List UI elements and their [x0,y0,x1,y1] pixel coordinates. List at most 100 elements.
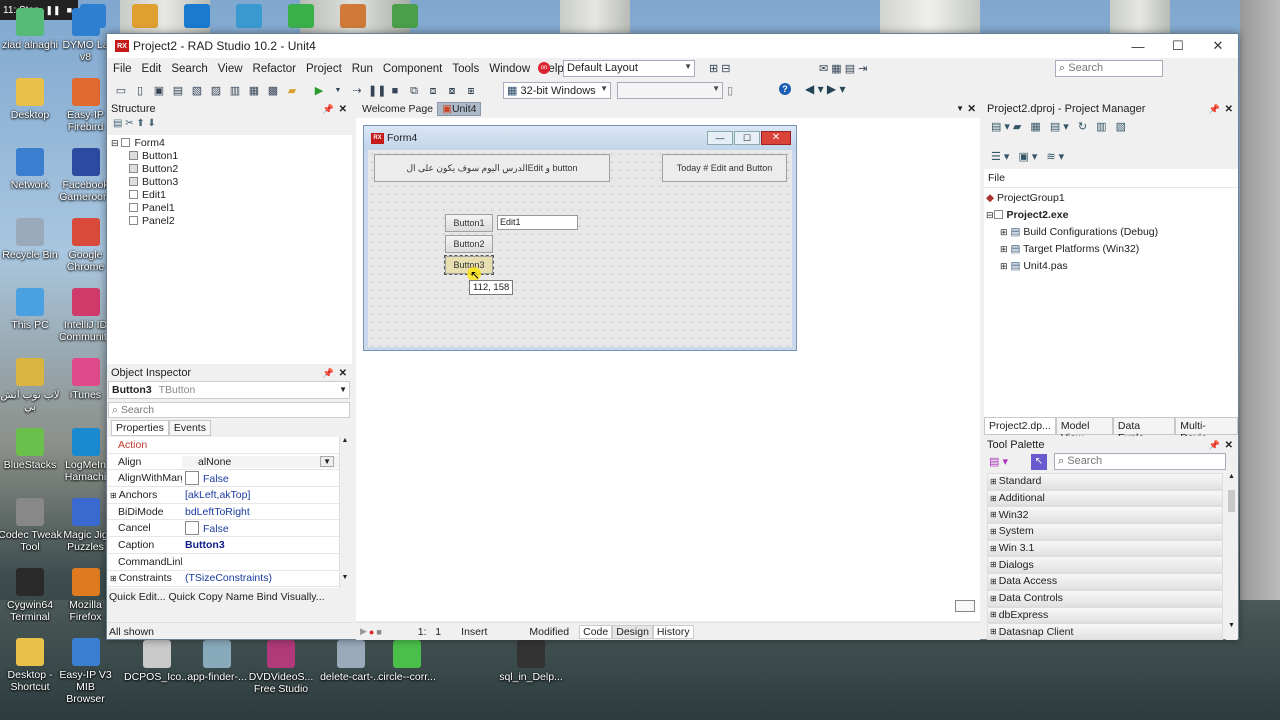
expand-icon[interactable]: ⊞ [990,627,997,636]
menu-project[interactable]: Project [306,63,342,75]
tree-node[interactable]: Panel1 [111,202,352,215]
palette-category[interactable]: ⊞ Datasnap Client [987,623,1223,640]
desktop-icon[interactable]: iTunes [58,358,113,401]
tab-code[interactable]: Code [579,624,613,639]
app-shortcut-icon[interactable] [392,4,418,28]
folder-icon[interactable]: ▰ [284,84,300,98]
menu-component[interactable]: Component [383,63,442,75]
palette-category[interactable]: ⊞ Data Controls [987,589,1223,607]
menu-file[interactable]: File [113,63,132,75]
button1[interactable]: Button1 [445,214,493,232]
desktop-icon[interactable]: Facebook Gameroom [58,148,113,203]
close-icon[interactable]: ✕ [339,368,347,379]
title-bar[interactable]: RX Project2 - RAD Studio 10.2 - Unit4 — … [107,34,1238,58]
property-row[interactable]: Caption Button3 [108,537,350,554]
close-icon[interactable]: ✕ [967,103,976,115]
desktop-icon[interactable]: Recycle Bin [0,218,65,261]
stop-icon[interactable]: ■ [376,627,381,637]
palette-category-icon[interactable]: ▤ ▾ [989,455,1008,468]
quick-actions[interactable]: Quick Edit... Quick Copy Name Bind Visua… [109,591,325,603]
property-value[interactable]: alNone ▼ [182,455,350,468]
remove-file-icon[interactable]: ▦ [246,84,262,98]
menu-view[interactable]: View [218,63,243,75]
close-icon[interactable]: ✕ [339,104,347,115]
desktop-icon[interactable]: Codec Tweak Tool [0,498,65,553]
desktop-icon[interactable]: Easy-IP V3 MIB Browser [58,638,113,705]
property-row[interactable]: ⊞ Anchors [akLeft,akTop] [108,487,350,504]
maximize-button[interactable]: ☐ [1158,34,1198,58]
device-icon[interactable]: ▯ [727,84,733,97]
property-value[interactable]: [akLeft,akTop] [182,489,350,501]
minimize-button[interactable]: — [1118,34,1158,58]
open-project-icon[interactable]: ▤ [170,84,186,98]
expand-icon[interactable]: ⊞ [990,494,997,503]
desktop-icon[interactable]: Desktop - Shortcut [0,638,65,693]
palette-category[interactable]: ⊞ Data Access [987,573,1223,590]
close-button[interactable]: ✕ [1198,34,1238,58]
project-toolbar-1[interactable]: ▤▾▰ ▦ ▤▾ ↻ ▥ ▧ [991,120,1129,133]
menu-tools[interactable]: Tools [452,63,479,75]
app-shortcut-icon[interactable] [236,4,262,28]
expand-icon[interactable]: ⊞ [990,510,997,519]
tree-node-form4[interactable]: ⊟ Form4 [111,137,352,150]
palette-search-input[interactable]: ⌕ Search [1054,453,1226,470]
property-row[interactable]: BiDiMode bdLeftToRight [108,504,350,521]
menu-window[interactable]: Window [489,63,530,75]
project-panel-tab[interactable]: Project2.dp... [984,417,1056,435]
tree-node[interactable]: Panel2 [111,215,352,228]
add-file-icon[interactable]: ▨ [208,84,224,98]
tab-properties[interactable]: Properties [111,420,169,436]
button2[interactable]: Button2 [445,235,493,253]
expand-icon[interactable]: ⊞ [990,560,997,569]
stop-icon[interactable]: ■ [387,84,403,98]
desktop-icon[interactable]: app-finder-... [182,640,252,683]
desktop-icon[interactable]: circle--corr... [372,640,442,683]
chevron-down-icon[interactable]: ▼ [956,104,964,113]
property-row[interactable]: AlignWithMargins False [108,470,350,488]
app-shortcut-icon[interactable] [184,4,210,28]
property-row[interactable]: Align alNone ▼ [108,454,350,471]
desktop-icon[interactable]: Desktop [0,78,65,121]
expand-icon[interactable]: ⊞ [1000,261,1008,271]
expand-icon[interactable]: ⊞ [1000,244,1008,254]
app-shortcut-icon[interactable] [288,4,314,28]
collapse-icon[interactable]: ⊟ [986,210,994,220]
desktop-icon[interactable]: Google Chrome [58,218,113,273]
project-child-node[interactable]: ⊞ ▤ Target Platforms (Win32) [986,243,1238,256]
project-toolbar-2[interactable]: ☰▾ ▣▾ ≋▾ [991,150,1067,163]
designed-form[interactable]: RX Form4 — ☐ ✕ الدرس اليوم سوف يكون على … [363,125,797,351]
save-layout-icon[interactable]: ⊞ ⊟ [709,62,731,75]
expand-icon[interactable]: ⊞ [990,527,997,536]
expand-icon[interactable]: ⊞ [990,544,997,553]
project-panel-tab[interactable]: Data Explo... [1112,417,1176,444]
palette-category[interactable]: ⊞ System [987,523,1223,540]
palette-category[interactable]: ⊞ Dialogs [987,556,1223,574]
tree-node[interactable]: Edit1 [111,189,352,202]
menu-run[interactable]: Run [352,63,373,75]
project-child-node[interactable]: ⊞ ▤ Unit4.pas [986,260,1238,273]
panel1[interactable]: الدرس اليوم سوف يكون على الEdit و button [374,154,610,182]
desktop-icon[interactable]: Network [0,148,65,191]
project-panel-tab[interactable]: Multi-Devic... [1175,417,1238,444]
desktop-icon[interactable]: Mozilla Firefox [58,568,113,623]
pin-icon[interactable]: 📌 [1209,440,1220,451]
desktop-icon[interactable]: sql_in_Delp... [496,640,566,683]
close-icon[interactable]: ✕ [1225,104,1233,115]
ide-search-input[interactable]: ⌕ Search [1055,60,1163,77]
expand-icon[interactable]: ⊞ [990,610,997,619]
new-icon[interactable]: ▭ [113,84,129,98]
palette-category[interactable]: ⊞ Win32 [987,506,1223,524]
record-icon[interactable]: ● [369,627,374,637]
expand-icon[interactable]: ⊞ [1000,227,1008,237]
record-macro-icon[interactable]: on [538,62,550,74]
palette-category[interactable]: ⊞ dbExpress [987,606,1223,624]
checkbox[interactable] [185,471,199,486]
property-value[interactable]: False [182,471,350,486]
desktop-icon[interactable]: This PC [0,288,65,331]
close-icon[interactable]: ✕ [1225,440,1233,451]
run-to-icon[interactable]: ⧆ [463,84,479,98]
tree-node[interactable]: Button2 [111,163,352,176]
form-titlebar[interactable]: RX Form4 — ☐ ✕ [364,126,796,150]
property-row[interactable]: ⊞ Constraints (TSizeConstraints) [108,571,350,588]
desktop-icon[interactable]: DYMO La v8 [58,8,113,63]
